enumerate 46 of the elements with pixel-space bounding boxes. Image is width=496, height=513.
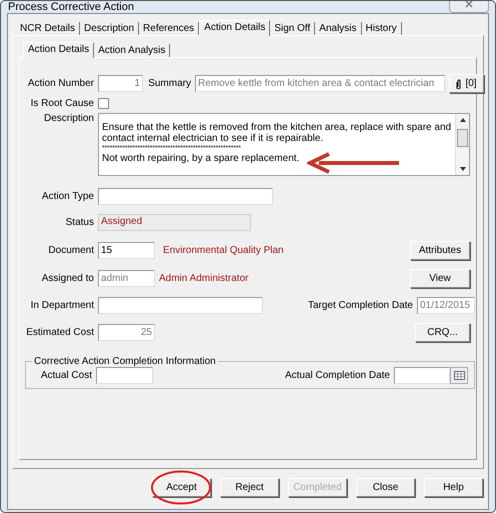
input-field[interactable]: 15 bbox=[98, 242, 155, 259]
field-label: Is Root Cause bbox=[30, 98, 94, 109]
tab[interactable]: History bbox=[362, 22, 402, 35]
assignee-name: Admin Administrator bbox=[159, 273, 248, 284]
status-value: Assigned bbox=[98, 214, 251, 231]
dialog-button[interactable]: Close bbox=[356, 478, 415, 496]
calendar-button[interactable] bbox=[450, 367, 468, 384]
checkbox[interactable] bbox=[98, 98, 109, 109]
input-field[interactable] bbox=[98, 188, 273, 205]
dialog-button[interactable]: Reject bbox=[220, 478, 279, 496]
attachment-button[interactable]: [0] bbox=[449, 74, 484, 93]
highlight-ellipse bbox=[150, 468, 212, 506]
field-label: Document bbox=[47, 245, 94, 256]
input-field[interactable] bbox=[98, 297, 263, 314]
attributes-button[interactable]: Attributes bbox=[410, 241, 470, 260]
crq-button[interactable]: CRQ... bbox=[415, 323, 470, 342]
field-label: Target Completion Date bbox=[306, 300, 413, 311]
field-label: Summary bbox=[147, 78, 191, 89]
field-label: In Department bbox=[30, 300, 94, 311]
description-text: Ensure that the kettle is removed from the kitchen area, replace with spare and contact internal electrician to see if it is repairable. bbox=[102, 122, 452, 144]
close-icon bbox=[465, 1, 473, 8]
field-label: Assigned to bbox=[40, 273, 94, 284]
attachment-count: [0] bbox=[465, 78, 477, 89]
group-title: Corrective Action Completion Information bbox=[33, 356, 217, 367]
tab[interactable]: Action Details bbox=[23, 42, 94, 58]
field-label: Action Type bbox=[40, 191, 94, 202]
field-label: Action Number bbox=[26, 78, 94, 89]
scroll-down-icon[interactable] bbox=[460, 167, 466, 171]
field-label: Description bbox=[42, 113, 94, 124]
description-field[interactable] bbox=[98, 113, 470, 176]
input-field[interactable] bbox=[96, 367, 153, 384]
date-field[interactable] bbox=[394, 367, 450, 384]
scroll-up-icon[interactable] bbox=[460, 118, 466, 122]
field-label: Status bbox=[64, 217, 94, 228]
document-name: Environmental Quality Plan bbox=[163, 245, 284, 256]
calendar-icon bbox=[454, 371, 464, 380]
dialog-button[interactable]: Accept bbox=[152, 478, 211, 496]
description-text: Not worth repairing, by a spare replacement. bbox=[102, 153, 300, 164]
field-label: Estimated Cost bbox=[25, 327, 94, 338]
field-label: Actual Cost bbox=[40, 370, 92, 381]
view-button[interactable]: View bbox=[410, 269, 470, 288]
tab[interactable]: Action Details bbox=[199, 20, 270, 36]
window-title: Process Corrective Action bbox=[7, 1, 134, 13]
dialog-button[interactable]: Help bbox=[424, 478, 483, 496]
field-label: Actual Completion Date bbox=[284, 370, 390, 381]
paperclip-icon bbox=[456, 78, 462, 88]
